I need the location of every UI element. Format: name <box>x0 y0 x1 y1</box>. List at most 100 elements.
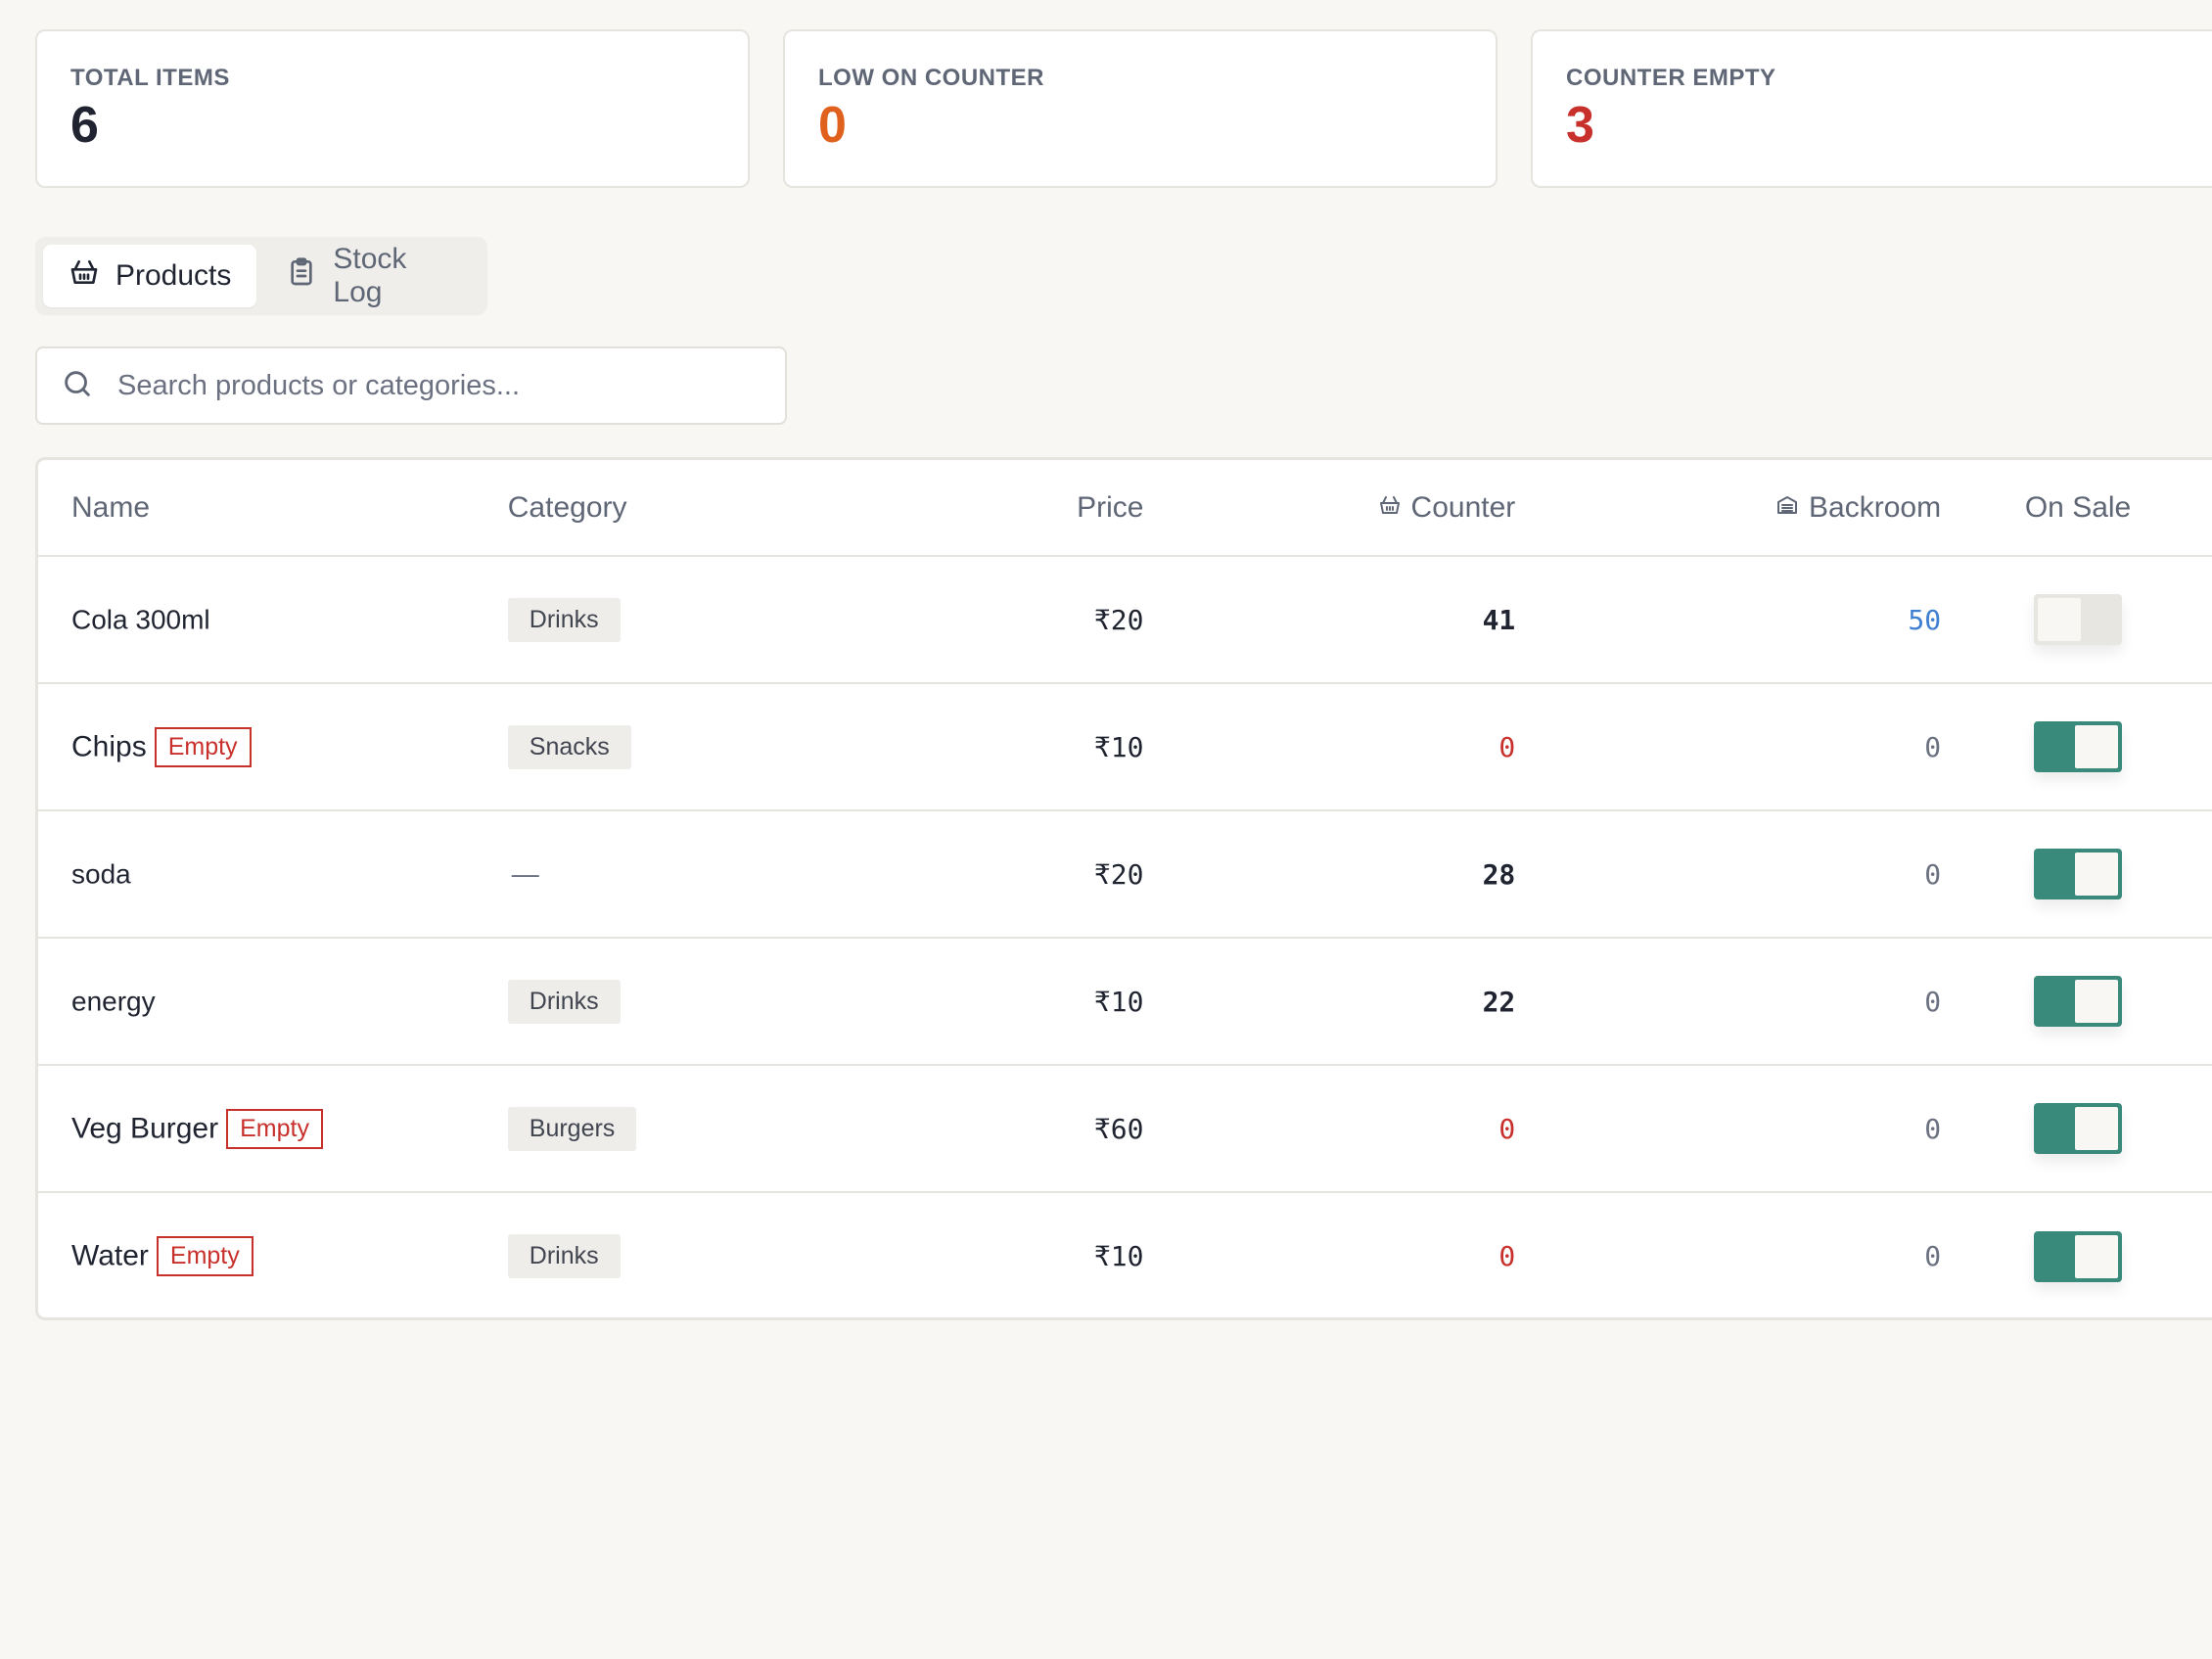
table-row: Water Empty Drinks ₹10 0 0 <box>38 1192 2212 1317</box>
cell-counter: 28 <box>1143 810 1516 939</box>
cell-name: Water Empty <box>38 1192 508 1317</box>
backroom-value: 0 <box>1924 1240 1942 1272</box>
cell-name: Veg Burger Empty <box>38 1065 508 1193</box>
category-pill: Drinks <box>507 597 621 642</box>
cell-on-sale <box>1941 556 2212 684</box>
table-row: Cola 300ml Drinks ₹20 41 50 <box>38 556 2212 684</box>
table-row: Veg Burger Empty Burgers ₹60 0 0 <box>38 1065 2212 1193</box>
cell-counter: 0 <box>1143 1192 1516 1317</box>
cell-name: Cola 300ml <box>38 556 508 684</box>
cell-counter: 41 <box>1143 556 1516 684</box>
backroom-value: 0 <box>1924 985 1942 1018</box>
price-value: ₹10 <box>1093 1240 1144 1272</box>
basket-icon <box>1378 491 1402 525</box>
clipboard-list-icon <box>286 256 317 296</box>
cell-backroom: 0 <box>1515 810 1942 939</box>
table-row: energy Drinks ₹10 22 0 <box>38 938 2212 1066</box>
product-name: Water <box>71 1239 149 1272</box>
cell-backroom: 0 <box>1515 938 1942 1066</box>
tab-stock-log-label: Stock Log <box>333 243 407 308</box>
counter-value: 0 <box>1498 730 1516 763</box>
cell-counter: 22 <box>1143 938 1516 1066</box>
stat-value-counter-empty: 3 <box>1566 97 1594 154</box>
category-pill: Drinks <box>507 1234 621 1278</box>
search-input[interactable] <box>117 369 761 402</box>
cell-backroom: 0 <box>1515 1065 1942 1193</box>
cell-on-sale <box>1941 1192 2212 1317</box>
toggle-knob <box>2075 1234 2119 1278</box>
column-header-price[interactable]: Price <box>899 460 1144 557</box>
search-box <box>35 346 787 425</box>
cell-category: Snacks <box>507 683 899 811</box>
product-name: Veg Burger <box>71 1112 219 1144</box>
toggle-knob <box>2075 853 2119 896</box>
stat-card-total-items: TOTAL ITEMS 6 <box>35 29 750 188</box>
column-header-category-label: Category <box>507 490 627 524</box>
stat-value-total-items: 6 <box>70 97 99 154</box>
cell-price: ₹20 <box>899 556 1144 684</box>
category-pill: Burgers <box>507 1106 637 1151</box>
toggle-knob <box>2075 725 2119 768</box>
column-header-counter[interactable]: Counter <box>1143 460 1516 557</box>
price-value: ₹10 <box>1093 730 1144 763</box>
cell-backroom: 50 <box>1515 556 1942 684</box>
product-name: Chips <box>71 730 147 762</box>
table-header-row: Name Category Price Counter Backroom On … <box>38 460 2212 557</box>
cell-counter: 0 <box>1143 1065 1516 1193</box>
basket-icon <box>69 256 100 296</box>
column-header-category[interactable]: Category <box>507 460 899 557</box>
empty-badge: Empty <box>156 1236 253 1276</box>
counter-value: 0 <box>1498 1240 1516 1272</box>
cell-name: soda <box>38 810 508 939</box>
price-value: ₹20 <box>1093 603 1144 636</box>
cell-on-sale <box>1941 683 2212 811</box>
price-value: ₹60 <box>1093 1112 1144 1145</box>
table-row: Chips Empty Snacks ₹10 0 0 <box>38 683 2212 811</box>
column-header-on-sale[interactable]: On Sale <box>1941 460 2212 557</box>
empty-badge: Empty <box>226 1108 323 1149</box>
cell-price: ₹10 <box>899 1192 1144 1317</box>
stat-label-counter-empty: COUNTER EMPTY <box>1566 65 1776 91</box>
column-header-counter-label: Counter <box>1410 490 1516 524</box>
on-sale-toggle[interactable] <box>2034 1230 2123 1282</box>
stat-value-low-on-counter: 0 <box>818 97 847 154</box>
category-pill: Snacks <box>507 724 631 769</box>
cell-price: ₹10 <box>899 683 1144 811</box>
cell-price: ₹10 <box>899 938 1144 1066</box>
column-header-on-sale-label: On Sale <box>2024 490 2132 524</box>
stat-label-total-items: TOTAL ITEMS <box>70 65 230 91</box>
backroom-value: 0 <box>1924 730 1942 763</box>
on-sale-toggle[interactable] <box>2034 1103 2123 1154</box>
on-sale-toggle[interactable] <box>2034 849 2123 899</box>
tab-products-label: Products <box>115 259 232 292</box>
tab-stock-log[interactable]: Stock Log <box>260 243 480 308</box>
products-table: Name Category Price Counter Backroom On … <box>38 460 2212 1317</box>
category-empty-dash: — <box>511 858 539 889</box>
on-sale-toggle[interactable] <box>2034 721 2123 772</box>
cell-backroom: 0 <box>1515 683 1942 811</box>
column-header-backroom[interactable]: Backroom <box>1515 460 1942 557</box>
product-name: energy <box>71 986 156 1017</box>
on-sale-toggle[interactable] <box>2034 976 2123 1027</box>
counter-value: 28 <box>1482 857 1516 891</box>
on-sale-toggle[interactable] <box>2034 594 2123 645</box>
toggle-knob <box>2075 980 2119 1023</box>
column-header-name[interactable]: Name <box>38 460 508 557</box>
search-icon <box>61 367 94 405</box>
toggle-knob <box>2075 1107 2119 1150</box>
cell-on-sale <box>1941 810 2212 939</box>
stat-card-counter-empty: COUNTER EMPTY 3 <box>1531 29 2212 188</box>
cell-on-sale <box>1941 938 2212 1066</box>
cell-counter: 0 <box>1143 683 1516 811</box>
price-value: ₹10 <box>1093 985 1144 1018</box>
stat-card-low-on-counter: LOW ON COUNTER 0 <box>783 29 1498 188</box>
product-name: soda <box>71 858 131 890</box>
backroom-value: 0 <box>1924 1112 1942 1145</box>
category-pill: Drinks <box>507 979 621 1024</box>
product-name: Cola 300ml <box>71 604 210 635</box>
tab-products[interactable]: Products <box>43 245 257 307</box>
cell-price: ₹60 <box>899 1065 1144 1193</box>
empty-badge: Empty <box>154 726 252 767</box>
column-header-price-label: Price <box>1077 490 1144 524</box>
view-tabs: Products Stock Log <box>35 237 487 315</box>
